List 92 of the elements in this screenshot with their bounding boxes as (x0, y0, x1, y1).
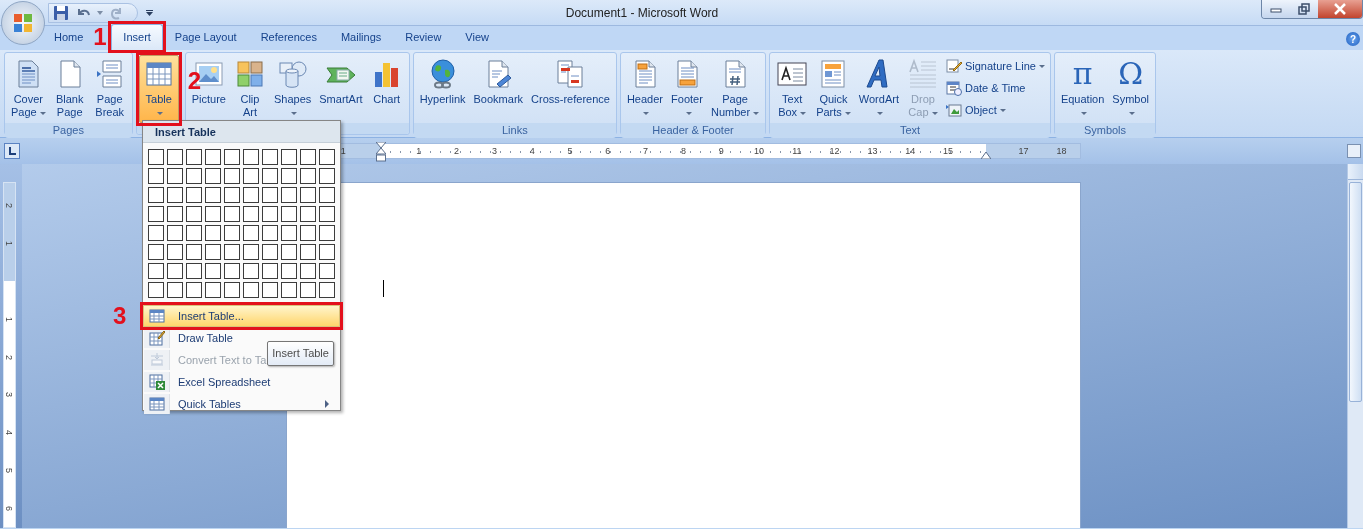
ruler-number: 15 (943, 147, 953, 156)
vertical-scrollbar[interactable] (1347, 164, 1363, 528)
ribbon-button[interactable]: Footer (667, 55, 707, 123)
ruler-number: 11 (792, 147, 802, 156)
view-ruler-button[interactable] (1347, 144, 1361, 158)
menu-item[interactable]: Excel Spreadsheet (143, 371, 340, 393)
ruler-number: 1 (340, 147, 346, 156)
tooltip: Insert Table (267, 341, 334, 366)
close-button[interactable] (1318, 0, 1362, 18)
callout-number: 2 (187, 69, 202, 93)
ruler-number: 2 (4, 354, 13, 360)
ribbon-tab[interactable]: Review (393, 23, 454, 50)
ribbon-button[interactable]: Object (942, 99, 1048, 121)
ruler-number: 4 (4, 430, 13, 436)
customize-icon[interactable] (146, 10, 153, 17)
ruler-number: 3 (491, 147, 497, 156)
ribbon-button[interactable]: Page Break (89, 55, 130, 123)
restore-button[interactable] (1290, 0, 1318, 18)
table-icon (148, 308, 165, 324)
ribbon-button[interactable]: Cover Page (7, 55, 50, 123)
ruler-number: 1 (4, 316, 13, 322)
tab-stop-icon (7, 146, 17, 156)
ruler-number: 6 (605, 147, 611, 156)
ribbon-button[interactable]: Signature Line (942, 55, 1048, 77)
ruler-number: 5 (567, 147, 573, 156)
ribbon-button[interactable]: Page Number (707, 55, 764, 123)
ruler-number: 3 (4, 392, 13, 398)
text-cursor (383, 280, 384, 297)
ribbon-tab[interactable]: Page Layout (162, 23, 249, 50)
ribbon-tab[interactable]: View (453, 23, 501, 50)
spreadsheet-icon (148, 374, 165, 390)
callout-number: 1 (93, 24, 107, 49)
callout-number: 3 (113, 304, 127, 328)
ruler-number: 18 (1056, 147, 1067, 156)
ribbon-button[interactable]: Clip Art (229, 55, 270, 123)
ribbon-button[interactable]: Chart (366, 55, 407, 123)
group-label: Text (770, 123, 1050, 138)
ruler-number: 2 (4, 203, 13, 209)
ruler-number: 10 (754, 147, 764, 156)
ruler-number: 2 (454, 147, 460, 156)
window-title: Document1 - Microsoft Word (564, 4, 720, 22)
ruler-number: 8 (680, 147, 686, 156)
calendar-icon (945, 80, 962, 96)
ribbon-tab[interactable]: Mailings (328, 23, 394, 50)
ribbon-button[interactable]: Cross-reference (527, 55, 614, 123)
tab-selector-button[interactable] (4, 143, 20, 159)
ribbon-button[interactable]: Date & Time (942, 77, 1048, 99)
ruler-number: 6 (4, 505, 13, 511)
minimize-button[interactable] (1262, 0, 1290, 18)
menu-item[interactable]: Quick Tables (143, 393, 340, 415)
ruler-number: 13 (867, 147, 878, 156)
ruler-number: 14 (905, 147, 916, 156)
group-label: Symbols (1054, 123, 1156, 138)
ribbon-button[interactable]: Bookmark (469, 55, 528, 123)
ruler-number: 4 (529, 147, 535, 156)
ruler-number: 5 (4, 468, 13, 473)
caret-icon[interactable] (97, 10, 103, 15)
ribbon-button[interactable]: Table (138, 55, 179, 123)
table-icon (148, 396, 165, 412)
object-icon (945, 102, 962, 118)
save-icon[interactable] (53, 4, 69, 21)
ruler-number: 17 (1018, 147, 1029, 156)
ribbon-button[interactable]: Ω Symbol (1108, 55, 1154, 123)
ribbon-tab[interactable]: References (248, 23, 329, 50)
ribbon-button[interactable]: π Equation (1056, 55, 1109, 123)
drop-cap-icon (906, 58, 939, 90)
ribbon-button[interactable]: Blank Page (49, 55, 90, 123)
group-label: Header & Footer (620, 123, 766, 138)
ribbon-button[interactable]: Quick Parts (812, 55, 855, 123)
submenu-arrow-icon (325, 400, 329, 408)
office-logo-icon (11, 11, 35, 35)
restore-icon (1298, 3, 1310, 15)
close-icon (1334, 3, 1346, 15)
group-label: Pages (5, 123, 132, 138)
ribbon-button[interactable]: Text Box (772, 55, 813, 123)
ruler-number: 7 (643, 147, 649, 156)
ribbon-button[interactable]: Header (622, 55, 667, 123)
indent-marker-icon[interactable] (376, 142, 386, 162)
ruler-number: 9 (718, 147, 724, 156)
ruler-number: 12 (829, 147, 840, 156)
menu-item[interactable]: Insert Table... (143, 305, 340, 327)
ruler-number: 1 (4, 241, 13, 247)
ribbon-button[interactable]: Hyperlink (415, 55, 470, 123)
shapes-icon (276, 58, 309, 90)
ribbon-tab[interactable]: Insert (111, 23, 163, 50)
menu-header: Insert Table (143, 121, 340, 143)
convert-text-icon (148, 352, 165, 368)
ruler-number: 1 (416, 147, 422, 156)
draw-table-icon (148, 330, 165, 346)
group-label: Links (413, 123, 616, 138)
ribbon-button[interactable]: WordArt (854, 55, 903, 123)
indent-marker-icon[interactable] (981, 151, 991, 159)
